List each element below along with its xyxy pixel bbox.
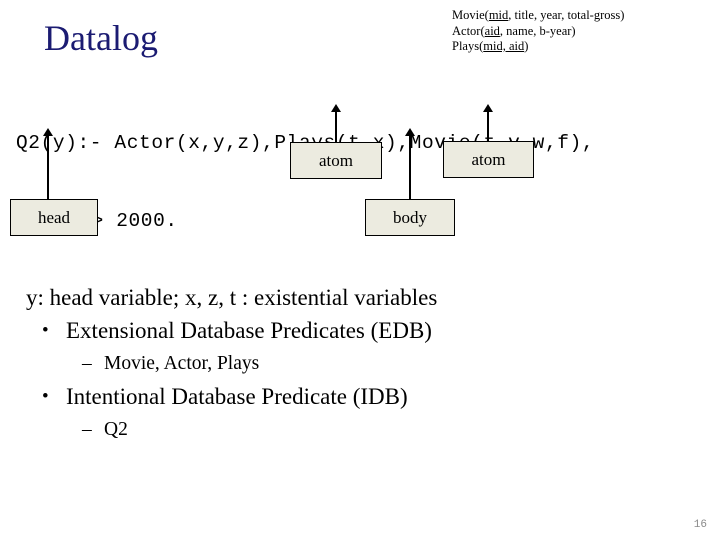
- label-box-head: head: [10, 199, 98, 236]
- schema-relation-actor: Actor: [452, 23, 481, 38]
- schema-key-plays: mid, aid: [483, 39, 525, 53]
- bullet-item-idb: • Intentional Database Predicate (IDB): [0, 380, 720, 414]
- bullet-marker-icon: •: [42, 386, 49, 407]
- schema-attrs-actor: , name, b-year): [499, 23, 576, 38]
- schema-attrs-movie: , title, year, total-gross): [508, 8, 625, 22]
- page-number: 16: [693, 519, 707, 531]
- datalog-rule: Q2(y):- Actor(x,y,z),Plays(t,x),Movie(t,…: [16, 78, 594, 286]
- schema-legend: Movie(mid, title, year, total-gross) Act…: [452, 8, 624, 55]
- sub-item-edb-list: – Movie, Actor, Plays: [0, 348, 720, 380]
- bullet-marker-icon: •: [42, 320, 49, 341]
- label-box-atom-left: atom: [290, 142, 382, 179]
- arrow-shaft: [409, 133, 411, 199]
- arrow-head-to-rule: [41, 128, 54, 199]
- schema-key-movie: mid: [488, 8, 509, 22]
- label-box-head-text: head: [37, 207, 71, 227]
- sub-item-edb-text: Movie, Actor, Plays: [104, 353, 260, 374]
- arrow-shaft: [487, 109, 489, 141]
- schema-line-movie: Movie(mid, title, year, total-gross): [452, 8, 624, 24]
- body-text-block: y: head variable; x, z, t : existential …: [0, 282, 720, 446]
- label-box-atom-right: atom: [443, 141, 534, 178]
- slide-canvas: Datalog Movie(mid, title, year, total-gr…: [0, 0, 720, 540]
- label-box-atom-right-text: atom: [471, 149, 506, 169]
- bullet-item-edb-text: Extensional Database Predicates (EDB): [66, 318, 432, 343]
- arrow-atom-right-to-movie: [481, 104, 494, 141]
- arrow-shaft: [335, 109, 337, 142]
- arrow-shaft: [47, 133, 49, 199]
- dash-marker-icon: –: [82, 353, 92, 374]
- bullet-item-edb: • Extensional Database Predicates (EDB): [0, 314, 720, 348]
- schema-key-actor: aid: [484, 23, 500, 38]
- sub-item-idb-list: – Q2: [0, 414, 720, 446]
- arrow-atom-left-to-plays: [329, 104, 342, 142]
- rule-line-2: f > 2000.: [67, 210, 178, 232]
- label-box-body-text: body: [393, 207, 427, 227]
- schema-relation-plays: Plays: [452, 39, 480, 53]
- dash-marker-icon: –: [82, 419, 92, 440]
- schema-attrs-plays: ): [524, 39, 529, 53]
- label-box-atom-left-text: atom: [319, 150, 353, 170]
- page-title: Datalog: [44, 18, 158, 58]
- arrow-body-to-rule: [403, 128, 416, 199]
- sub-item-idb-text: Q2: [104, 419, 128, 440]
- schema-line-actor: Actor(aid, name, b-year): [452, 24, 624, 40]
- schema-line-plays: Plays(mid, aid): [452, 39, 624, 55]
- bullet-item-idb-text: Intentional Database Predicate (IDB): [66, 384, 408, 409]
- schema-relation-movie: Movie: [452, 8, 485, 22]
- variables-note: y: head variable; x, z, t : existential …: [26, 285, 438, 310]
- label-box-body: body: [365, 199, 455, 236]
